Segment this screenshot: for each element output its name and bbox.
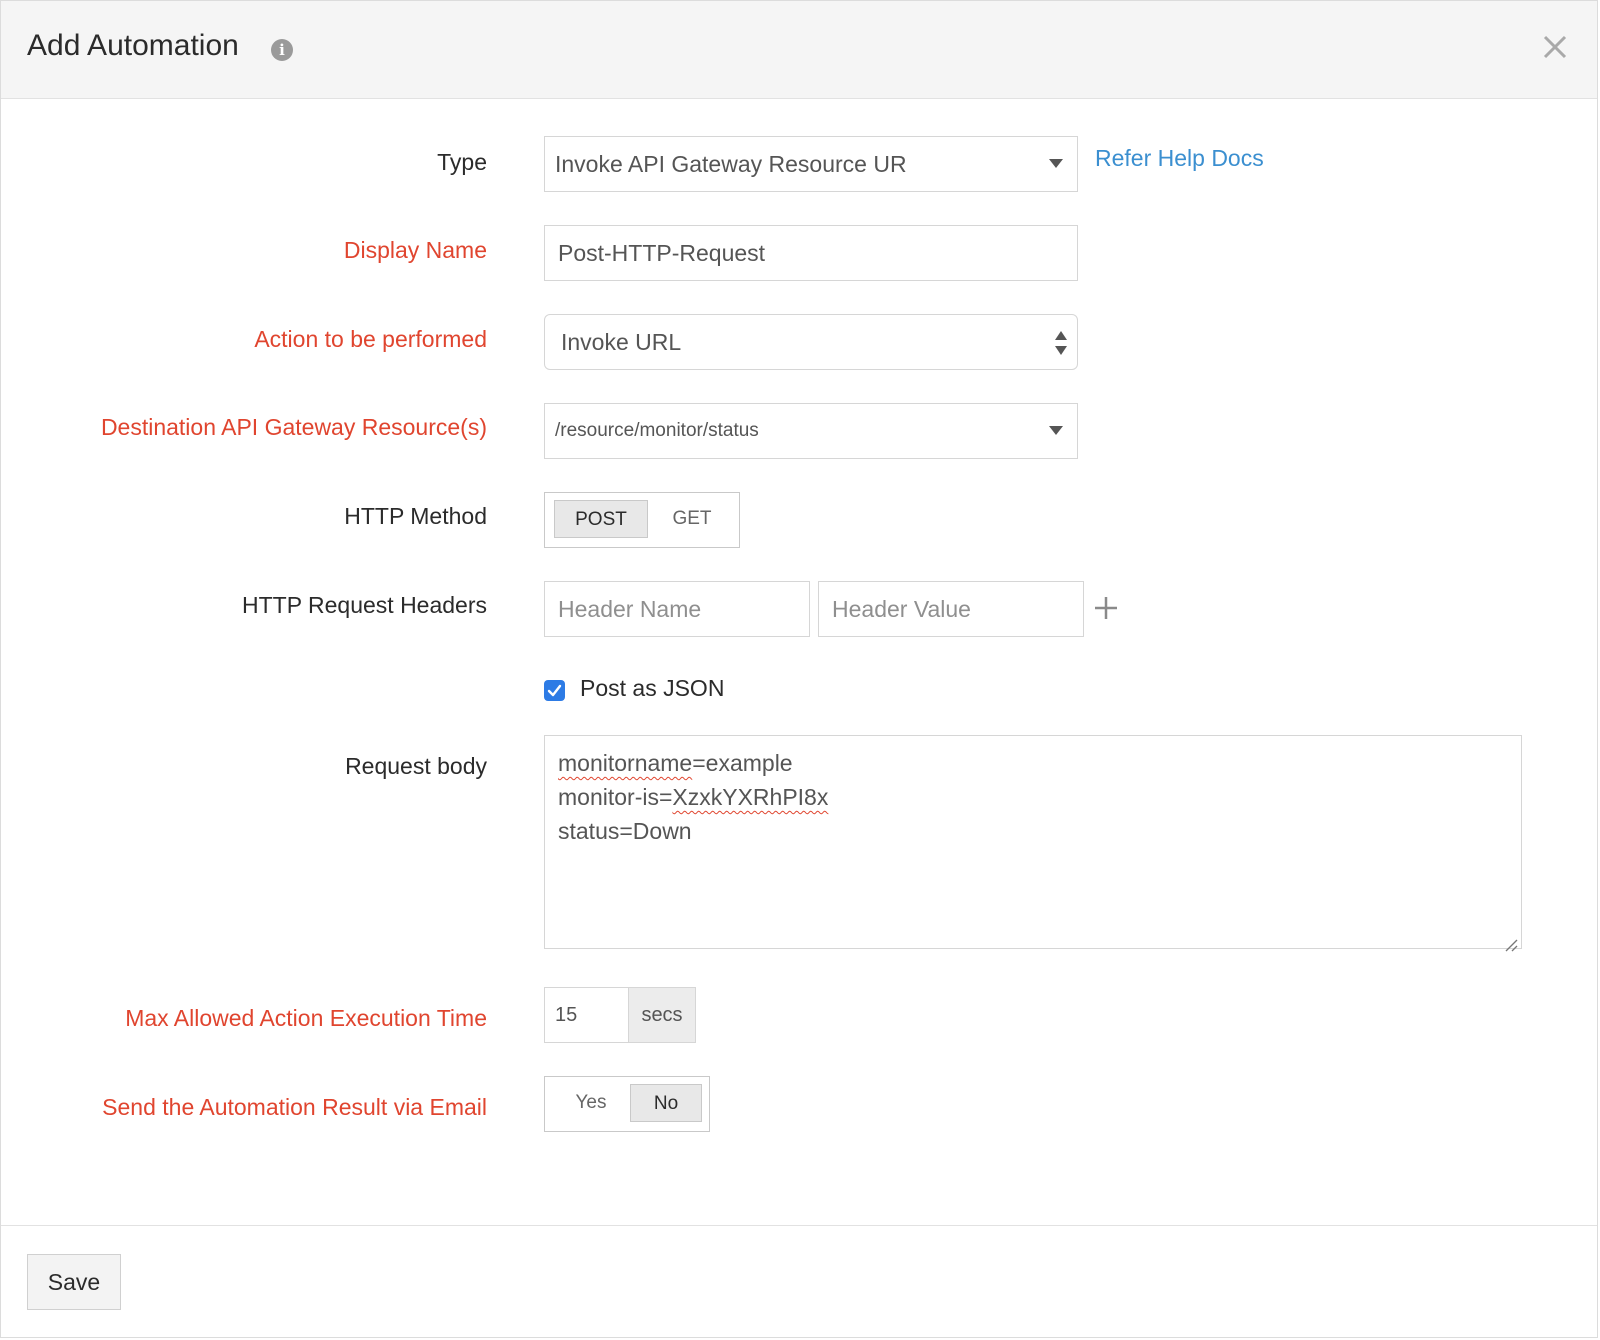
save-button[interactable]: Save	[27, 1254, 121, 1310]
header-value-input[interactable]: Header Value	[818, 581, 1084, 637]
send-email-toggle: Yes No	[544, 1076, 710, 1132]
close-icon[interactable]	[1539, 31, 1571, 63]
caret-down-icon	[1049, 159, 1063, 168]
action-select-value: Invoke URL	[561, 329, 682, 355]
header-name-input[interactable]: Header Name	[544, 581, 810, 637]
destination-label: Destination API Gateway Resource(s)	[100, 414, 487, 440]
request-body-line: monitor-is=XzxkYXRhPI8x	[558, 784, 829, 810]
display-name-value: Post-HTTP-Request	[558, 240, 766, 266]
max-time-label: Max Allowed Action Execution Time	[125, 1005, 487, 1031]
dialog-header: Add Automation i	[1, 1, 1597, 99]
type-label: Type	[437, 149, 487, 175]
http-method-label: HTTP Method	[344, 503, 487, 529]
send-email-yes-button[interactable]: Yes	[553, 1084, 629, 1122]
refer-help-docs-link[interactable]: Refer Help Docs	[1095, 145, 1264, 172]
add-automation-dialog: Add Automation i Type Invoke API Gateway…	[0, 0, 1598, 1338]
post-as-json-label: Post as JSON	[580, 675, 725, 701]
resize-handle-icon[interactable]	[1504, 931, 1518, 952]
request-body-textarea[interactable]: monitorname=example monitor-is=XzxkYXRhP…	[544, 735, 1522, 952]
header-name-placeholder: Header Name	[558, 596, 702, 622]
max-time-value: 15	[555, 1004, 578, 1026]
post-as-json-checkbox[interactable]	[544, 680, 565, 701]
action-select[interactable]: Invoke URL	[544, 314, 1078, 370]
add-header-plus-icon[interactable]	[1093, 593, 1119, 627]
display-name-label: Display Name	[343, 237, 487, 263]
send-email-no-button[interactable]: No	[630, 1084, 702, 1122]
dialog-footer: Save	[1, 1225, 1597, 1339]
destination-select[interactable]: /resource/monitor/status	[544, 403, 1078, 459]
display-name-input[interactable]: Post-HTTP-Request	[544, 225, 1078, 281]
max-time-unit: secs	[628, 988, 695, 1042]
caret-down-icon	[1049, 426, 1063, 435]
http-method-toggle: POST GET	[544, 492, 740, 548]
action-label: Action to be performed	[254, 326, 487, 352]
request-body-line: monitorname=example	[558, 750, 793, 776]
select-stepper-icon	[1055, 331, 1067, 355]
checkmark-icon	[547, 684, 562, 697]
request-body-line: status=Down	[558, 818, 692, 844]
send-email-label: Send the Automation Result via Email	[102, 1094, 487, 1120]
http-headers-label: HTTP Request Headers	[241, 592, 487, 618]
info-icon[interactable]: i	[271, 39, 293, 61]
type-select[interactable]: Invoke API Gateway Resource UR	[544, 136, 1078, 192]
http-method-post-button[interactable]: POST	[554, 500, 648, 538]
max-time-input[interactable]: 15 secs	[544, 987, 696, 1043]
destination-select-value: /resource/monitor/status	[555, 420, 759, 441]
request-body-label: Request body	[345, 753, 487, 779]
dialog-title: Add Automation	[27, 29, 239, 62]
header-value-placeholder: Header Value	[832, 596, 971, 622]
http-method-get-button[interactable]: GET	[650, 500, 734, 538]
type-select-value: Invoke API Gateway Resource UR	[555, 151, 907, 177]
